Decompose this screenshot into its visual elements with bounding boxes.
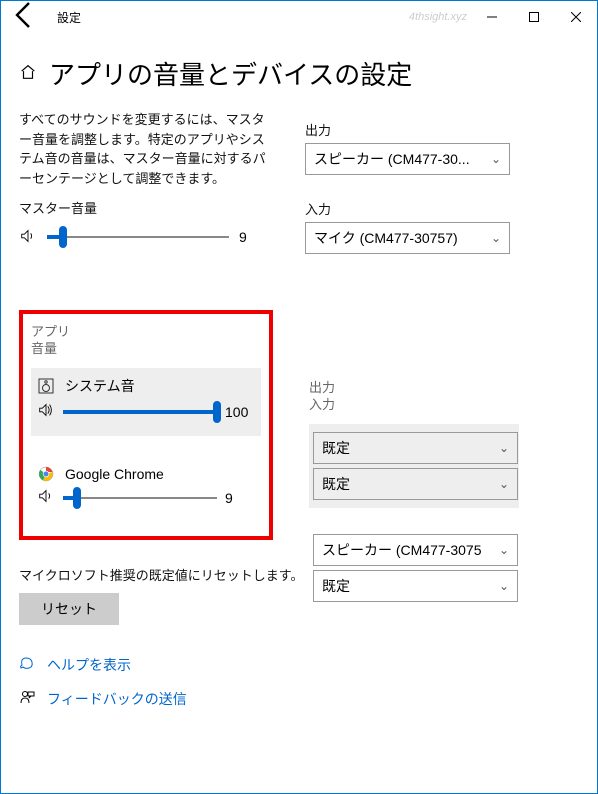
app-volume-value: 9: [225, 490, 255, 506]
app-name: Google Chrome: [65, 466, 164, 482]
window-title: 設定: [57, 9, 81, 26]
chevron-down-icon: ⌄: [491, 231, 501, 245]
close-button[interactable]: [555, 1, 597, 33]
output-value: スピーカー (CM477-30...: [314, 149, 470, 169]
app-output-dropdown-chrome[interactable]: スピーカー (CM477-3075 ⌄: [313, 534, 518, 566]
chevron-down-icon: ⌄: [499, 477, 509, 491]
apps-col-header-app: アプリ 音量: [31, 324, 261, 358]
page-description: すべてのサウンドを変更するには、マスター音量を調整します。特定のアプリやシステム…: [19, 110, 269, 188]
master-volume-slider[interactable]: [47, 225, 229, 249]
master-volume-label: マスター音量: [19, 198, 269, 217]
chevron-down-icon: ⌄: [491, 152, 501, 166]
app-row-system-sound: システム音: [31, 368, 261, 398]
watermark: 4thsight.xyz: [409, 11, 467, 23]
chevron-down-icon: ⌄: [499, 579, 509, 593]
speaker-icon[interactable]: [19, 227, 37, 248]
feedback-link[interactable]: フィードバックの送信: [19, 689, 579, 709]
output-label: 出力: [305, 120, 525, 139]
system-sound-icon: [37, 378, 55, 394]
app-volume-value: 100: [225, 404, 255, 420]
titlebar: 設定 4thsight.xyz: [1, 1, 597, 33]
app-output-dropdown-system[interactable]: 既定 ⌄: [313, 432, 518, 464]
master-volume-value: 9: [239, 229, 269, 245]
chevron-down-icon: ⌄: [499, 543, 509, 557]
speaker-icon[interactable]: [37, 487, 55, 508]
app-name: システム音: [65, 376, 135, 396]
reset-button[interactable]: リセット: [19, 593, 119, 625]
output-dropdown[interactable]: スピーカー (CM477-30... ⌄: [305, 143, 510, 175]
speaker-icon[interactable]: [37, 401, 55, 422]
app-volume-slider-system[interactable]: [63, 400, 217, 424]
page-heading: アプリの音量とデバイスの設定: [49, 55, 412, 92]
app-row-chrome: Google Chrome: [31, 458, 261, 484]
app-input-dropdown-chrome[interactable]: 既定 ⌄: [313, 570, 518, 602]
app-volume-highlight: アプリ 音量 システム音: [19, 310, 273, 540]
input-label: 入力: [305, 199, 525, 218]
feedback-icon: [19, 690, 37, 709]
home-icon[interactable]: [19, 63, 37, 84]
app-input-dropdown-system[interactable]: 既定 ⌄: [313, 468, 518, 500]
help-link[interactable]: ヘルプを表示: [19, 655, 579, 675]
chevron-down-icon: ⌄: [499, 441, 509, 455]
chrome-icon: [37, 466, 55, 482]
input-dropdown[interactable]: マイク (CM477-30757) ⌄: [305, 222, 510, 254]
help-icon: [19, 656, 37, 675]
app-volume-slider-chrome[interactable]: [63, 486, 217, 510]
apps-col-header-io: 出力 入力: [309, 380, 519, 414]
minimize-button[interactable]: [471, 1, 513, 33]
maximize-button[interactable]: [513, 1, 555, 33]
input-value: マイク (CM477-30757): [314, 228, 458, 248]
back-button[interactable]: [9, 0, 41, 36]
